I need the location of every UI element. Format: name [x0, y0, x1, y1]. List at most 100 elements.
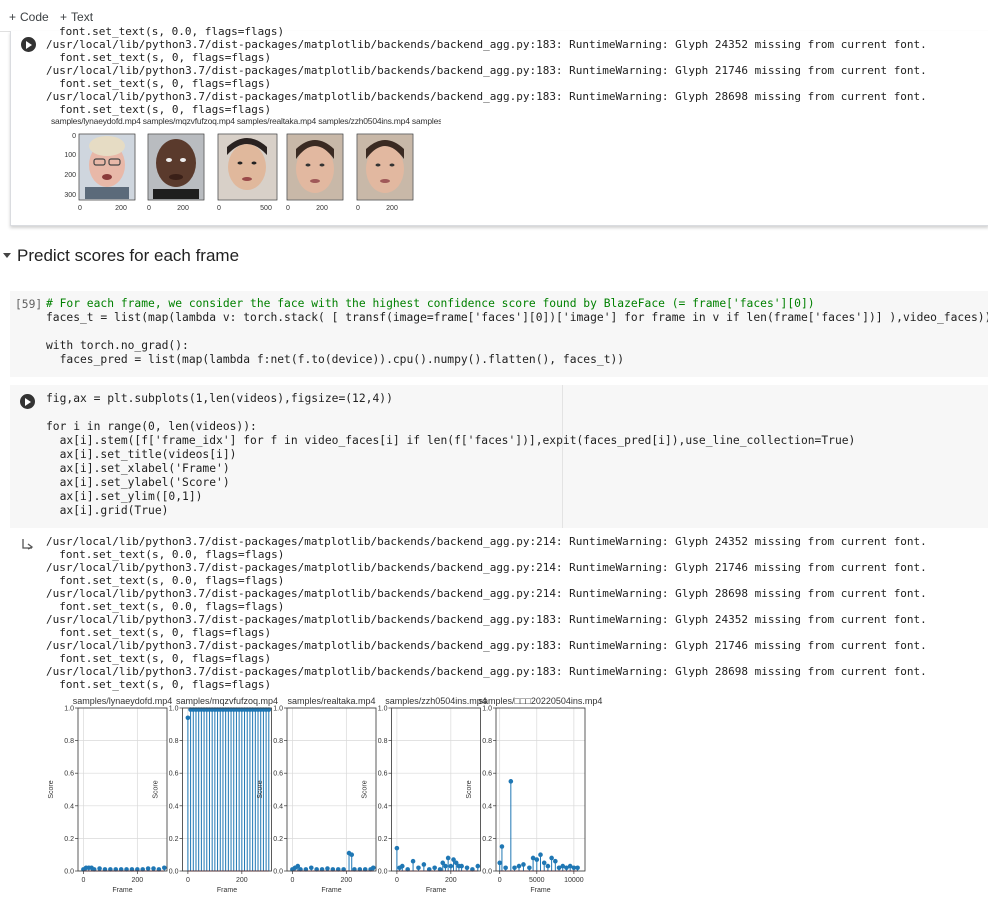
add-text-button[interactable]: + Text	[60, 10, 93, 24]
x-tick-label: 0	[395, 877, 399, 884]
y-tick-label: 1.0	[169, 706, 179, 713]
x-axis-label: Frame	[530, 887, 550, 894]
y-tick-label: 0.6	[64, 771, 74, 778]
x-tick-label: 200	[386, 205, 398, 212]
stem-marker	[432, 865, 437, 871]
code-line: ax[i].set_title(videos[i])	[46, 448, 237, 461]
x-tick-label: 5000	[529, 877, 545, 884]
stem-marker	[499, 844, 505, 849]
x-tick-label: 200	[236, 877, 248, 884]
log-line: /usr/local/lib/python3.7/dist-packages/m…	[46, 613, 927, 626]
score-plots-figure: 0.0 0.2 0.4 0.6 0.8 1.0 0 200 samples/lynaeydofd…	[48, 696, 602, 894]
y-tick-label: 0.2	[378, 836, 388, 843]
y-axis-label: Score	[153, 780, 160, 798]
y-tick-label: 1.0	[64, 706, 74, 713]
code-line: fig,ax = plt.subplots(1,len(videos),figs…	[46, 392, 393, 405]
code-line: ax[i].set_xlabel('Frame')	[46, 462, 230, 475]
output-arrow-icon[interactable]	[22, 538, 34, 550]
code-line: ax[i].stem([f['frame_idx'] for f in vide…	[46, 434, 856, 447]
stem-marker	[421, 862, 427, 867]
y-tick-label: 0.2	[273, 836, 283, 843]
code-cell-60[interactable]: fig,ax = plt.subplots(1,len(videos),figs…	[10, 385, 988, 528]
stem-marker	[443, 863, 448, 869]
stem-marker	[97, 866, 102, 871]
y-tick-label: 0.4	[273, 803, 283, 810]
x-axis-label: Frame	[217, 887, 237, 894]
y-tick-label: 0	[72, 133, 76, 140]
log-line: /usr/local/lib/python3.7/dist-packages/m…	[46, 639, 927, 652]
log-line: /usr/local/lib/python3.7/dist-packages/m…	[46, 587, 927, 600]
log-line: font.set_text(s, 0.0, flags=flags)	[46, 600, 285, 613]
plus-icon: +	[9, 10, 17, 24]
y-tick-label: 0.6	[482, 771, 492, 778]
y-tick-label: 0.8	[378, 738, 388, 745]
x-tick-label: 200	[340, 877, 352, 884]
stem-marker	[448, 863, 454, 869]
stem-marker	[325, 866, 330, 871]
x-tick-label: 200	[316, 205, 328, 212]
y-tick-label: 0.8	[482, 738, 492, 745]
run-cell-button[interactable]	[21, 37, 36, 52]
y-tick-label: 0.0	[482, 869, 492, 876]
y-tick-label: 0.8	[64, 738, 74, 745]
code-comment: # For each frame, we consider the face w…	[46, 297, 815, 310]
add-code-button[interactable]: + Code	[9, 10, 49, 24]
log-line: font.set_text(s, 0, flags=flags)	[46, 626, 272, 639]
x-axis-label: Frame	[321, 887, 341, 894]
stem-marker	[162, 865, 167, 871]
section-title: Predict scores for each frame	[17, 246, 240, 265]
stem-marker	[151, 866, 156, 871]
log-line: /usr/local/lib/python3.7/dist-packages/m…	[46, 665, 927, 678]
x-tick-label: 0	[290, 877, 294, 884]
stem-marker	[512, 865, 517, 871]
code-line: # For each frame, we consider the face w…	[46, 297, 815, 311]
log-line: /usr/local/lib/python3.7/dist-packages/m…	[46, 561, 927, 574]
plot-area	[496, 708, 585, 871]
x-axis-label: Frame	[112, 887, 132, 894]
stem-marker	[349, 852, 355, 857]
y-axis-label: Score	[257, 780, 264, 798]
x-tick-label: 200	[177, 205, 189, 212]
stem-marker	[410, 858, 416, 864]
stem-marker	[575, 865, 580, 871]
y-tick-label: 200	[64, 172, 76, 179]
x-tick-label: 0	[286, 205, 290, 212]
y-tick-label: 0.4	[482, 803, 492, 810]
face-image-4	[287, 134, 343, 200]
stem-marker	[527, 865, 532, 871]
x-tick-label: 200	[445, 877, 457, 884]
y-tick-label: 100	[64, 152, 76, 159]
log-line: font.set_text(s, 0, flags=flags)	[46, 652, 272, 665]
editor-ruler	[562, 385, 563, 528]
face-image-1	[79, 134, 135, 200]
code-line: faces_pred = list(map(lambda f:net(f.to(…	[46, 353, 625, 366]
y-tick-label: 0.8	[169, 738, 179, 745]
stem-marker	[308, 865, 314, 871]
code-cell-59[interactable]: [59] # For each frame, we consider the f…	[10, 291, 988, 377]
stem-marker	[464, 865, 470, 871]
face-image-2	[148, 134, 204, 200]
face-image-3	[218, 134, 277, 200]
stem-marker	[416, 865, 421, 871]
stem-marker	[521, 862, 526, 867]
log-line: font.set_text(s, 0.0, flags=flags)	[46, 574, 285, 587]
execution-count: [59]	[15, 298, 43, 311]
face-image-5	[357, 134, 413, 200]
y-axis-label: Score	[466, 780, 473, 798]
x-tick-label: 500	[260, 205, 272, 212]
stem-marker	[497, 860, 503, 866]
collapse-caret-icon[interactable]	[3, 253, 11, 258]
face-titles: samples/lynaeydofd.mp4 samples/mqzvfufzo…	[51, 116, 441, 126]
stem-marker	[516, 863, 522, 869]
stem-marker	[545, 863, 551, 869]
x-tick-label: 0	[217, 205, 221, 212]
run-cell-button[interactable]	[20, 394, 35, 409]
stem-marker	[399, 863, 405, 869]
stem-marker	[503, 865, 508, 871]
y-tick-label: 0.6	[169, 771, 179, 778]
output-cell-faces: font.set_text(s, 0.0, flags=flags) /usr/…	[10, 25, 988, 226]
x-tick-label: 0	[356, 205, 360, 212]
log-line: /usr/local/lib/python3.7/dist-packages/m…	[46, 90, 927, 103]
x-axis-label: Frame	[426, 887, 446, 894]
stem-marker	[145, 866, 151, 871]
